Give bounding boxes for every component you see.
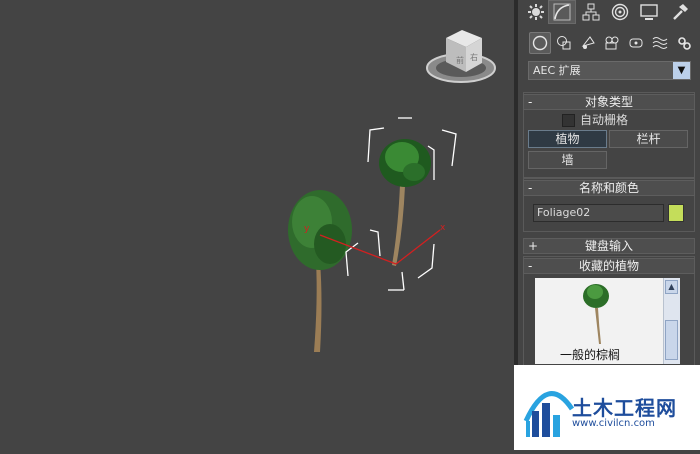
autogrid-checkbox[interactable]: [562, 114, 575, 127]
scroll-thumb[interactable]: [665, 320, 678, 360]
chevron-down-icon[interactable]: ▼: [673, 62, 690, 79]
hierarchy-tab[interactable]: [577, 0, 605, 24]
palm-tree-selected[interactable]: [379, 139, 431, 266]
cameras-button[interactable]: [601, 32, 623, 54]
command-panel-tabs: [518, 0, 700, 26]
display-icon: [640, 4, 658, 20]
viewport-scene: 前 右 y x: [288, 30, 496, 352]
rollout-collapse-icon: -: [528, 95, 533, 109]
hierarchy-icon: [582, 3, 600, 21]
object-name-field[interactable]: Foliage02: [533, 204, 664, 222]
rollout-title: 收藏的植物: [578, 259, 639, 273]
rollout-collapse-icon: -: [528, 181, 533, 195]
geometry-sphere-icon: [532, 35, 548, 51]
wall-button[interactable]: 墙: [528, 151, 607, 169]
object-color-swatch[interactable]: [668, 204, 684, 222]
create-tab[interactable]: [522, 0, 550, 24]
utilities-tab[interactable]: [666, 0, 694, 24]
motion-tab[interactable]: [606, 0, 634, 24]
favorites-scrollbar[interactable]: ▲: [663, 278, 680, 364]
category-dropdown-value: AEC 扩展: [533, 64, 581, 77]
plants-button[interactable]: 植物: [528, 130, 607, 148]
systems-icon: [678, 37, 691, 50]
rollout-collapse-icon: -: [528, 259, 533, 273]
perspective-viewport[interactable]: 前 右 y x: [0, 0, 514, 450]
rollout-title: 名称和颜色: [578, 181, 639, 195]
spacewarps-button[interactable]: [649, 32, 671, 54]
rollout-favorite-plants[interactable]: - 收藏的植物: [523, 258, 695, 274]
modify-curve-icon: [553, 3, 571, 21]
civilcn-logo-icon: [523, 391, 574, 437]
svg-text:右: 右: [470, 52, 478, 62]
lights-button[interactable]: [577, 32, 599, 54]
create-category-icons: [518, 32, 700, 56]
viewcube-icon[interactable]: 前 右: [426, 30, 496, 83]
rollout-expand-icon: +: [528, 239, 539, 253]
svg-text:前: 前: [456, 55, 464, 65]
rollout-title: 对象类型: [584, 95, 633, 109]
watermark-url: www.civilcn.com: [572, 418, 655, 429]
svg-text:x: x: [440, 223, 446, 233]
display-tab[interactable]: [635, 0, 663, 24]
systems-button[interactable]: [673, 32, 695, 54]
category-dropdown[interactable]: AEC 扩展 ▼: [528, 61, 691, 80]
rollout-name-color[interactable]: - 名称和颜色: [523, 180, 695, 196]
svg-text:y: y: [304, 224, 310, 234]
spacewarps-icon: [652, 37, 668, 49]
shapes-button[interactable]: [553, 32, 575, 54]
helpers-icon: [629, 38, 643, 48]
watermark-logo: 土木工程网 www.civilcn.com: [514, 365, 700, 450]
scroll-up-icon[interactable]: ▲: [665, 280, 678, 294]
geometry-button[interactable]: [529, 32, 551, 54]
utilities-hammer-icon: [673, 4, 688, 20]
lights-icon: [581, 36, 595, 49]
shapes-icon: [557, 36, 571, 50]
favorite-plant-label[interactable]: 一般的棕榈: [560, 346, 620, 363]
modify-tab[interactable]: [548, 0, 576, 24]
rollout-title: 键盘输入: [584, 239, 633, 253]
railing-button[interactable]: 栏杆: [609, 130, 688, 148]
rollout-keyboard-entry[interactable]: + 键盘输入: [523, 238, 695, 254]
motion-icon: [611, 3, 629, 21]
rollout-object-type[interactable]: - 对象类型: [523, 94, 695, 110]
watermark-site-name: 土木工程网: [572, 396, 677, 420]
palm-thumbnail[interactable]: [535, 278, 663, 348]
autogrid-label: 自动栅格: [580, 113, 629, 127]
round-tree[interactable]: [288, 190, 352, 352]
cameras-icon: [605, 36, 619, 50]
helpers-button[interactable]: [625, 32, 647, 54]
sun-gear-icon: [528, 4, 544, 20]
